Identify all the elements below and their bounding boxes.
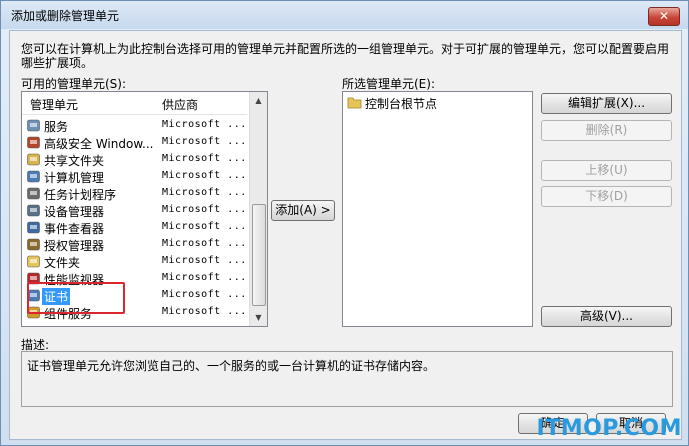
description-text: 证书管理单元允许您浏览自己的、一个服务的或一台计算机的证书存储内容。: [27, 359, 436, 373]
available-snapins-label: 可用的管理单元(S):: [21, 77, 127, 91]
add-button[interactable]: 添加(A) >: [271, 200, 335, 221]
selected-snapins-list[interactable]: 控制台根节点: [342, 91, 533, 327]
close-button[interactable]: ✕: [648, 7, 680, 26]
snapin-vendor: Microsoft ...: [162, 119, 247, 130]
scroll-thumb[interactable]: [252, 204, 266, 306]
snapin-name: 计算机管理: [44, 171, 105, 185]
description-box: 证书管理单元允许您浏览自己的、一个服务的或一台计算机的证书存储内容。: [21, 351, 673, 407]
add-remove-snapins-dialog: 添加或删除管理单元 ✕ 您可以在计算机上为此控制台选择可用的管理单元并配置所选的…: [0, 0, 689, 446]
snapin-row[interactable]: 服务 Microsoft ...: [24, 117, 246, 134]
snapin-name: 高级安全 Window...: [44, 137, 154, 151]
watermark: ITMOP.COM: [536, 416, 682, 441]
snapin-name: 事件查看器: [44, 222, 105, 236]
window-title: 添加或删除管理单元: [11, 9, 120, 23]
snapin-vendor: Microsoft ...: [162, 136, 247, 147]
snapin-name: 文件夹: [44, 256, 81, 270]
intro-text: 您可以在计算机上为此控制台选择可用的管理单元并配置所选的一组管理单元。对于可扩展…: [21, 42, 670, 70]
scroll-down-arrow-icon[interactable]: ▼: [250, 309, 267, 326]
snapin-row[interactable]: 共享文件夹 Microsoft ...: [24, 151, 246, 168]
remove-button[interactable]: 删除(R): [541, 120, 672, 141]
list-header: 管理单元 供应商: [22, 92, 247, 115]
column-header-name[interactable]: 管理单元: [30, 96, 78, 113]
snapin-row[interactable]: 高级安全 Window... Microsoft ...: [24, 134, 246, 151]
snapin-vendor: Microsoft ...: [162, 153, 247, 164]
snapin-name: 设备管理器: [44, 205, 105, 219]
folder-icon: [347, 97, 362, 109]
folder-icon: [27, 255, 40, 268]
selected-item-console-root[interactable]: 控制台根节点: [345, 94, 567, 111]
list-scrollbar[interactable]: ▲ ▼: [249, 92, 267, 326]
snapin-vendor: Microsoft ...: [162, 289, 247, 300]
title-bar[interactable]: 添加或删除管理单元 ✕: [1, 1, 688, 29]
snapin-vendor: Microsoft ...: [162, 221, 247, 232]
scroll-up-arrow-icon[interactable]: ▲: [250, 92, 267, 109]
snapin-row[interactable]: 文件夹 Microsoft ...: [24, 253, 246, 270]
edit-extensions-button[interactable]: 编辑扩展(X)...: [541, 93, 672, 114]
snapin-vendor: Microsoft ...: [162, 238, 247, 249]
advanced-button[interactable]: 高级(V)...: [541, 306, 672, 327]
event-viewer-icon: [27, 221, 40, 234]
task-scheduler-icon: [27, 187, 40, 200]
highlight-annotation-box: [27, 282, 125, 314]
snapin-row[interactable]: 任务计划程序 Microsoft ...: [24, 185, 246, 202]
computer-management-icon: [27, 170, 40, 183]
snapin-vendor: Microsoft ...: [162, 204, 247, 215]
shared-folder-icon: [27, 153, 40, 166]
snapin-row[interactable]: 设备管理器 Microsoft ...: [24, 202, 246, 219]
snapin-vendor: Microsoft ...: [162, 170, 247, 181]
selected-snapins-label: 所选管理单元(E):: [342, 77, 435, 91]
snapin-name: 服务: [44, 120, 69, 134]
snapin-vendor: Microsoft ...: [162, 187, 247, 198]
column-header-vendor[interactable]: 供应商: [162, 96, 198, 113]
snapin-row[interactable]: 事件查看器 Microsoft ...: [24, 219, 246, 236]
authorization-manager-icon: [27, 238, 40, 251]
snapin-vendor: Microsoft ...: [162, 255, 247, 266]
snapin-row[interactable]: 计算机管理 Microsoft ...: [24, 168, 246, 185]
snapin-vendor: Microsoft ...: [162, 306, 247, 317]
snapin-row[interactable]: 授权管理器 Microsoft ...: [24, 236, 246, 253]
selected-item-label: 控制台根节点: [365, 97, 438, 111]
move-up-button[interactable]: 上移(U): [541, 160, 672, 181]
snapin-vendor: Microsoft ...: [162, 272, 247, 283]
device-manager-icon: [27, 204, 40, 217]
dialog-content: 您可以在计算机上为此控制台选择可用的管理单元并配置所选的一组管理单元。对于可扩展…: [9, 30, 682, 440]
move-down-button[interactable]: 下移(D): [541, 186, 672, 207]
services-gear-icon: [27, 119, 40, 132]
snapin-name: 任务计划程序: [44, 188, 117, 202]
snapin-name: 共享文件夹: [44, 154, 105, 168]
firewall-icon: [27, 136, 40, 149]
snapin-name: 授权管理器: [44, 239, 105, 253]
